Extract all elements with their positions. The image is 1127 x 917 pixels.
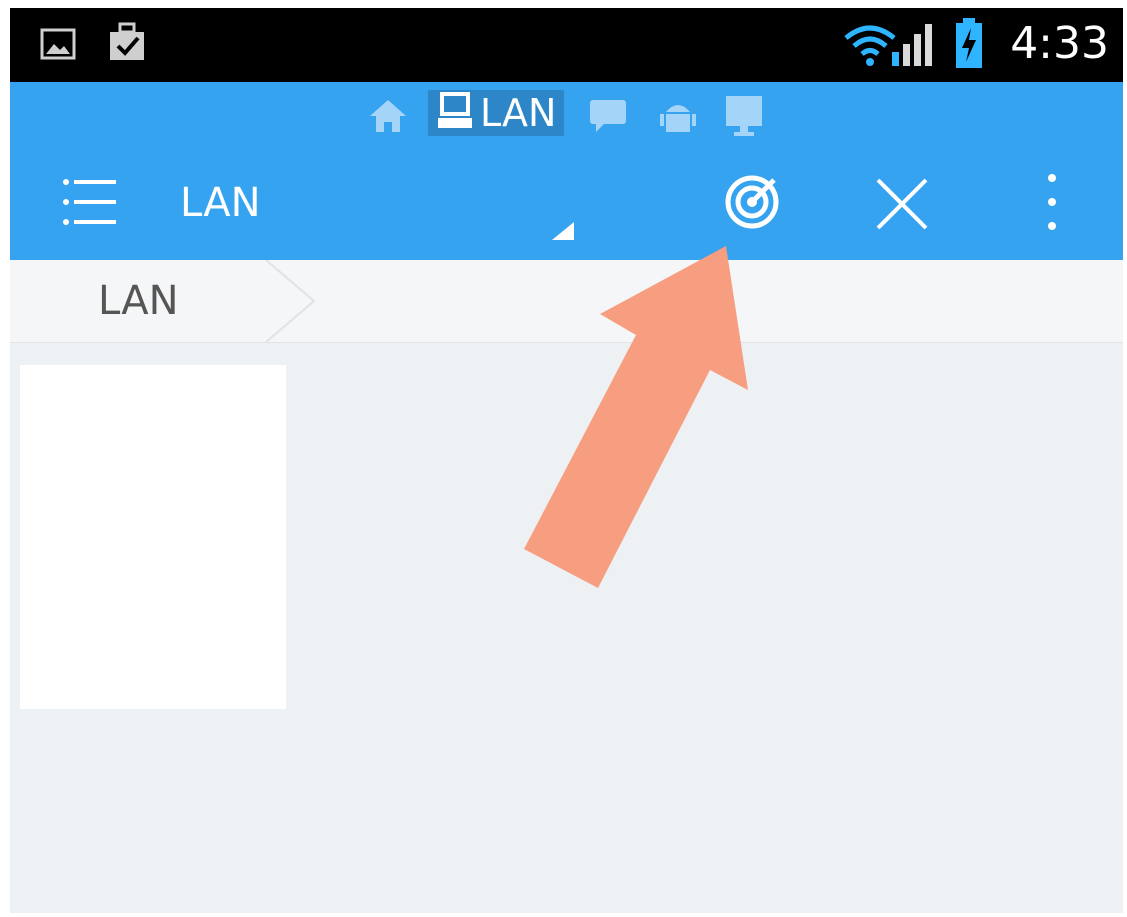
clock-time: 4:33: [1010, 18, 1109, 69]
placeholder-tile: [20, 365, 286, 709]
menu-icon[interactable]: [60, 174, 120, 236]
breadcrumb-item-label: LAN: [98, 278, 179, 324]
title-dropdown-indicator[interactable]: [552, 222, 574, 240]
switcher-tab-lan[interactable]: LAN: [428, 90, 565, 136]
app-frame: 4:33 LAN LAN LAN: [10, 8, 1123, 913]
lan-computer-icon: [438, 92, 472, 134]
breadcrumb-item-lan[interactable]: LAN: [10, 260, 320, 342]
signal-icon: [890, 22, 936, 72]
toolbar: LAN: [10, 148, 1123, 260]
chat-icon[interactable]: [588, 96, 628, 140]
briefcase-check-icon: [106, 20, 152, 68]
breadcrumb: LAN: [10, 260, 1123, 343]
content-area: [10, 343, 1123, 913]
window-switcher: LAN: [10, 82, 1123, 148]
home-icon[interactable]: [368, 96, 408, 140]
android-icon[interactable]: [658, 96, 698, 140]
switcher-tab-label: LAN: [480, 91, 557, 135]
image-icon: [38, 24, 78, 68]
scan-radar-icon[interactable]: [722, 172, 782, 236]
close-icon[interactable]: [872, 174, 932, 238]
battery-charging-icon: [954, 18, 984, 74]
more-vert-icon[interactable]: [1040, 170, 1064, 238]
status-bar: 4:33: [10, 8, 1123, 82]
toolbar-title[interactable]: LAN: [180, 176, 261, 230]
cast-icon[interactable]: [724, 94, 764, 142]
